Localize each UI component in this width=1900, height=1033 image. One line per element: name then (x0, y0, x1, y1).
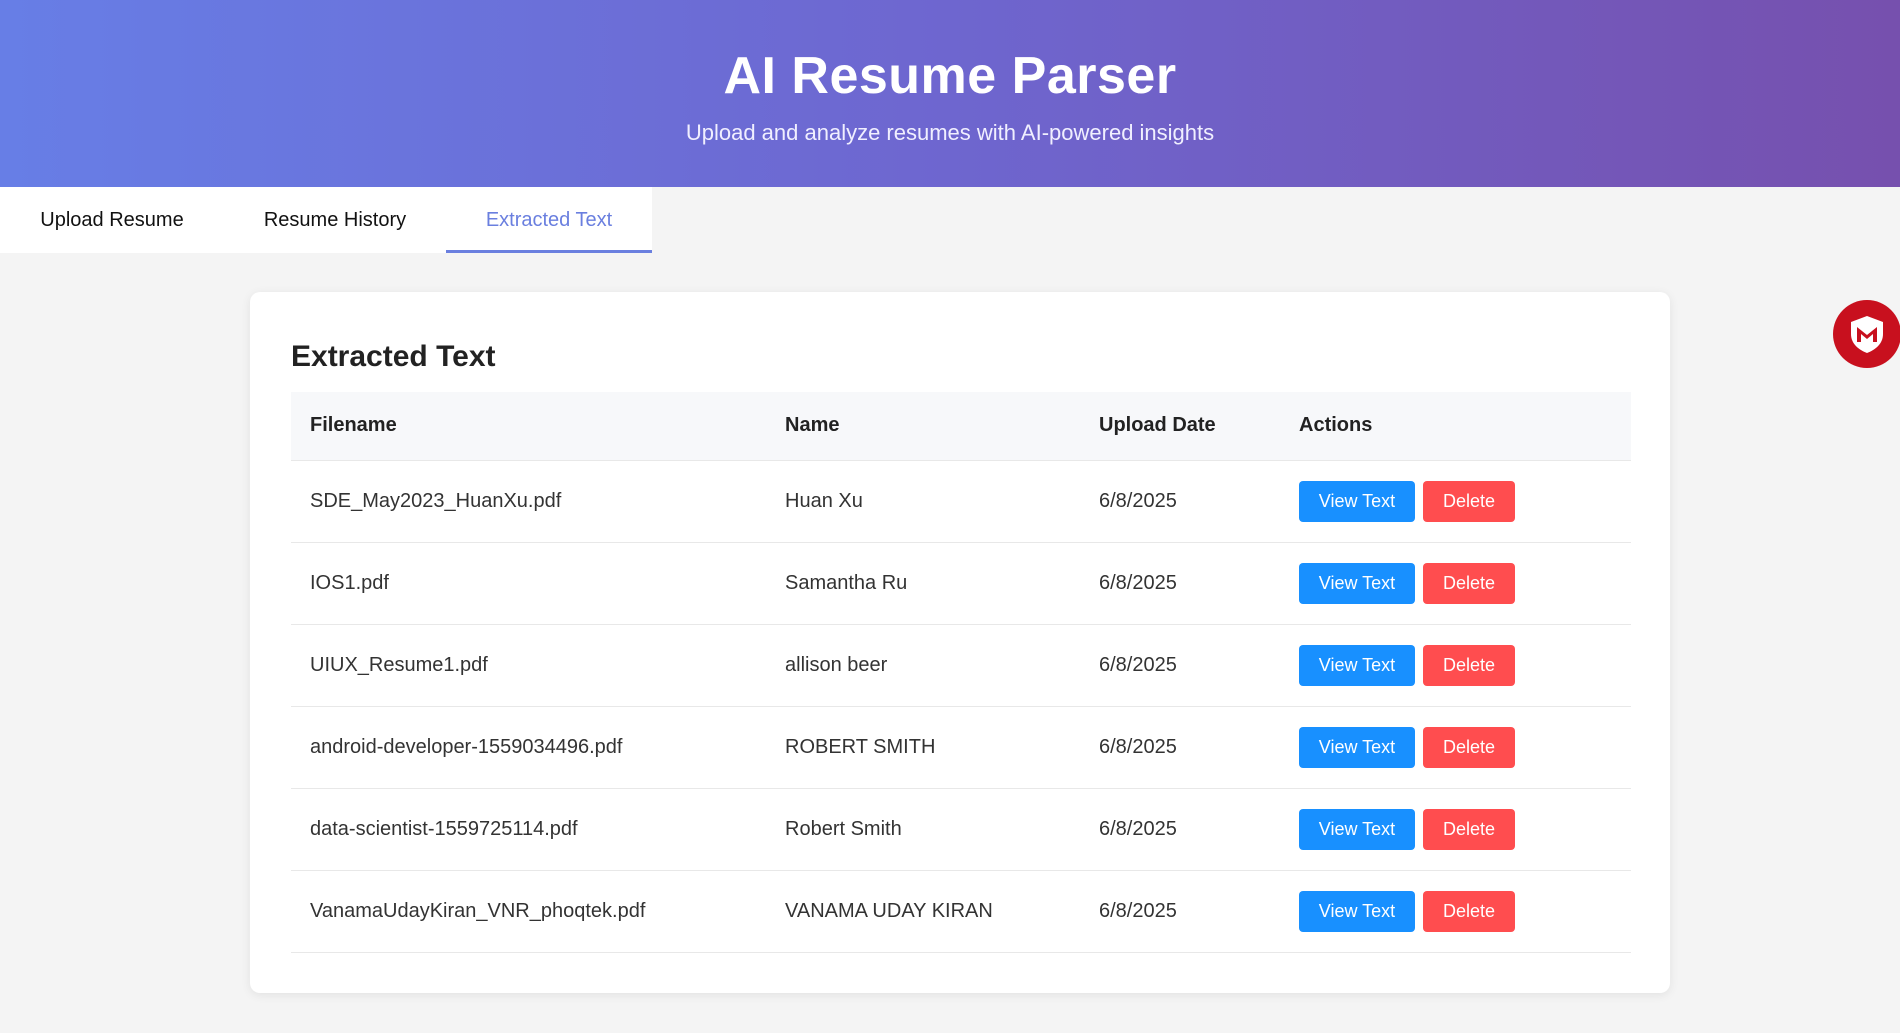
date-cell: 6/8/2025 (1099, 899, 1177, 922)
delete-button[interactable]: Delete (1423, 562, 1515, 604)
delete-button[interactable]: Delete (1423, 726, 1515, 768)
delete-button[interactable]: Delete (1423, 644, 1515, 686)
actions-cell: View Text Delete (1280, 706, 1631, 788)
table-row: VanamaUdayKiran_VNR_phoqtek.pdf VANAMA U… (291, 870, 1631, 952)
view-text-button[interactable]: View Text (1299, 480, 1415, 522)
date-cell: 6/8/2025 (1099, 817, 1177, 840)
name-cell: Samantha Ru (785, 571, 908, 594)
delete-button[interactable]: Delete (1423, 890, 1515, 932)
view-text-button[interactable]: View Text (1299, 726, 1415, 768)
table-header-row: Filename Name Upload Date Actions (291, 392, 1631, 461)
date-cell: 6/8/2025 (1099, 735, 1177, 758)
app-title: AI Resume Parser (723, 47, 1177, 105)
filename-cell: UIUX_Resume1.pdf (310, 653, 488, 676)
name-cell: Huan Xu (785, 489, 863, 512)
filename-cell: android-developer-1559034496.pdf (310, 735, 623, 758)
date-cell: 6/8/2025 (1099, 571, 1177, 594)
tab-extracted-text[interactable]: Extracted Text (446, 187, 652, 253)
card-title: Extracted Text (291, 340, 496, 373)
date-cell: 6/8/2025 (1099, 653, 1177, 676)
name-cell: ROBERT SMITH (785, 735, 936, 758)
column-header-name: Name (766, 392, 1080, 461)
view-text-button[interactable]: View Text (1299, 562, 1415, 604)
name-cell: Robert Smith (785, 817, 902, 840)
table-row: SDE_May2023_HuanXu.pdf Huan Xu 6/8/2025 … (291, 460, 1631, 542)
extracted-text-card: Extracted Text Filename Name Upload Date… (250, 292, 1670, 993)
name-cell: allison beer (785, 653, 888, 676)
tab-bar: Upload Resume Resume History Extracted T… (0, 187, 1900, 253)
actions-cell: View Text Delete (1280, 788, 1631, 870)
filename-cell: SDE_May2023_HuanXu.pdf (310, 489, 562, 512)
table-row: UIUX_Resume1.pdf allison beer 6/8/2025 V… (291, 624, 1631, 706)
actions-cell: View Text Delete (1280, 460, 1631, 542)
tab-upload-resume[interactable]: Upload Resume (0, 187, 224, 253)
table-row: IOS1.pdf Samantha Ru 6/8/2025 View Text D… (291, 542, 1631, 624)
name-cell: VANAMA UDAY KIRAN (785, 899, 993, 922)
column-header-actions: Actions (1280, 392, 1631, 461)
view-text-button[interactable]: View Text (1299, 644, 1415, 686)
shield-m-glyph (1851, 316, 1883, 353)
tab-resume-history[interactable]: Resume History (224, 187, 446, 253)
table-row: data-scientist-1559725114.pdf Robert Smi… (291, 788, 1631, 870)
filename-cell: data-scientist-1559725114.pdf (310, 817, 578, 840)
actions-cell: View Text Delete (1280, 870, 1631, 952)
delete-button[interactable]: Delete (1423, 808, 1515, 850)
column-header-filename: Filename (291, 392, 766, 461)
view-text-button[interactable]: View Text (1299, 808, 1415, 850)
app-subtitle: Upload and analyze resumes with AI-power… (685, 120, 1215, 145)
date-cell: 6/8/2025 (1099, 489, 1177, 512)
filename-cell: IOS1.pdf (310, 571, 389, 594)
view-text-button[interactable]: View Text (1299, 890, 1415, 932)
app-header: AI Resume Parser Upload and analyze resu… (0, 0, 1900, 187)
filename-cell: VanamaUdayKiran_VNR_phoqtek.pdf (310, 899, 646, 922)
actions-cell: View Text Delete (1280, 624, 1631, 706)
table-row: android-developer-1559034496.pdf ROBERT … (291, 706, 1631, 788)
resume-table: Filename Name Upload Date Actions SDE_Ma… (291, 392, 1631, 953)
shield-m-icon[interactable] (1833, 300, 1900, 368)
delete-button[interactable]: Delete (1423, 480, 1515, 522)
actions-cell: View Text Delete (1280, 542, 1631, 624)
column-header-upload-date: Upload Date (1080, 392, 1280, 461)
